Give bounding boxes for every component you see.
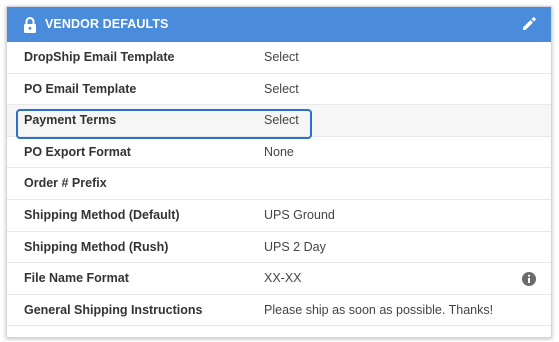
row-dropship-email-template[interactable]: DropShip Email Template Select [7, 42, 551, 74]
row-shipping-method-default[interactable]: Shipping Method (Default) UPS Ground [7, 200, 551, 232]
field-label: General Shipping Instructions [24, 302, 203, 317]
row-shipping-method-rush[interactable]: Shipping Method (Rush) UPS 2 Day [7, 232, 551, 264]
panel-title: VENDOR DEFAULTS [45, 17, 169, 31]
field-value[interactable]: Select [264, 74, 299, 105]
row-po-email-template[interactable]: PO Email Template Select [7, 74, 551, 106]
field-label: Payment Terms [24, 113, 117, 128]
field-label: Shipping Method (Rush) [24, 239, 169, 254]
row-payment-terms[interactable]: Payment Terms Select [7, 105, 551, 137]
vendor-defaults-list: DropShip Email Template Select PO Email … [7, 42, 551, 327]
field-label: File Name Format [24, 271, 129, 286]
field-label: DropShip Email Template [24, 50, 175, 64]
field-value[interactable]: Select [264, 105, 299, 136]
panel-header: VENDOR DEFAULTS [7, 7, 551, 42]
row-po-export-format[interactable]: PO Export Format None [7, 137, 551, 169]
row-file-name-format[interactable]: File Name Format XX-XX [7, 263, 551, 295]
field-value[interactable]: Select [264, 42, 299, 73]
field-label: PO Email Template [24, 81, 137, 96]
row-order-prefix[interactable]: Order # Prefix [7, 168, 551, 200]
field-label: Order # Prefix [24, 176, 107, 191]
field-label: Shipping Method (Default) [24, 207, 180, 222]
field-label: PO Export Format [24, 144, 131, 159]
field-value[interactable]: XX-XX [264, 263, 302, 294]
lock-icon [24, 17, 36, 33]
field-value[interactable]: UPS Ground [264, 200, 335, 231]
row-general-shipping-instructions[interactable]: General Shipping Instructions Please shi… [7, 295, 551, 327]
field-value[interactable]: None [264, 137, 294, 168]
info-icon[interactable] [522, 272, 536, 287]
pencil-icon[interactable] [521, 16, 537, 32]
field-value[interactable]: Please ship as soon as possible. Thanks! [264, 295, 493, 326]
field-value[interactable]: UPS 2 Day [264, 232, 326, 263]
vendor-defaults-panel: VENDOR DEFAULTS DropShip Email Template … [6, 6, 552, 338]
